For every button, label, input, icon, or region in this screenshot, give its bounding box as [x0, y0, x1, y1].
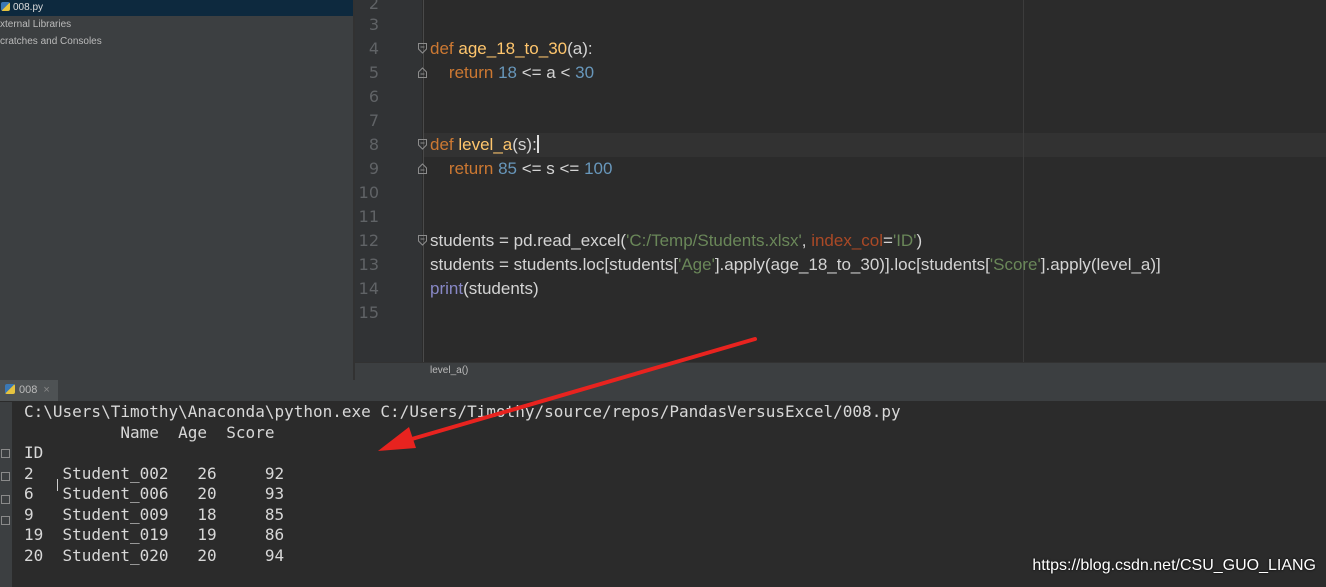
number-literal: 85 [498, 159, 517, 178]
console-line: ID [24, 443, 44, 462]
line-number: 3 [368, 15, 379, 34]
tree-item-scratches[interactable]: cratches and Consoles [0, 34, 102, 50]
line-number: 14 [358, 279, 379, 298]
fold-end-icon[interactable] [418, 67, 427, 78]
line-number: 12 [358, 231, 379, 250]
fold-open-icon[interactable] [418, 139, 427, 150]
string-literal: 'C:/Temp/Students.xlsx' [626, 231, 802, 250]
code-text: , [801, 231, 812, 250]
print-icon[interactable] [1, 495, 10, 504]
code-line-13[interactable]: students = students.loc[students['Age'].… [430, 253, 1161, 277]
tree-item-external-libraries[interactable]: xternal Libraries [0, 17, 71, 33]
run-panel-header: 008 × [0, 380, 1326, 402]
keyword: def [430, 135, 454, 154]
code-line-5[interactable]: return 18 <= a < 30 [430, 61, 594, 85]
code-text: <= s <= [516, 159, 585, 178]
console-line: C:\Users\Timothy\Anaconda\python.exe C:/… [24, 402, 901, 421]
line-number: 7 [368, 111, 379, 130]
gutter-separator [423, 0, 424, 362]
code-line-12[interactable]: students = pd.read_excel('C:/Temp/Studen… [430, 229, 922, 253]
tree-item-008-py[interactable]: 008.py [0, 0, 353, 16]
line-number: 9 [368, 159, 379, 178]
soft-wrap-icon[interactable] [1, 449, 10, 458]
code-text: ].apply(age_18_to_30)].loc[students[ [714, 255, 990, 274]
code-line-14[interactable]: print(students) [430, 277, 539, 301]
scroll-to-end-icon[interactable] [1, 472, 10, 481]
fold-open-icon[interactable] [418, 235, 427, 246]
line-number: 13 [358, 255, 379, 274]
tree-item-label: 008.py [13, 2, 44, 13]
code-text: ].apply(level_a)] [1040, 255, 1161, 274]
function-name: age_18_to_30 [458, 39, 568, 58]
trash-icon[interactable] [1, 516, 10, 525]
keyword: def [430, 39, 454, 58]
keyword: return [448, 159, 494, 178]
python-file-icon [1, 2, 10, 11]
code-text: (a): [567, 39, 593, 58]
watermark: https://blog.csdn.net/CSU_GUO_LIANG [1032, 557, 1316, 574]
line-number: 15 [358, 303, 379, 322]
console-line: 6 Student_006 20 93 [24, 484, 285, 503]
string-literal: 'Age' [678, 255, 715, 274]
line-number: 10 [358, 183, 379, 202]
code-text: (s): [512, 135, 537, 154]
run-tab-label: 008 [19, 384, 38, 396]
code-text: ) [916, 231, 923, 250]
mouse-ibeam-cursor [57, 479, 58, 491]
code-line-4[interactable]: def age_18_to_30(a): [430, 37, 593, 61]
keyword: return [448, 63, 494, 82]
tree-item-label: xternal Libraries [0, 19, 72, 30]
code-text: <= a < [516, 63, 576, 82]
project-panel: 008.py xternal Libraries cratches and Co… [0, 0, 353, 380]
code-text: (students) [463, 279, 539, 298]
line-number-gutter: 2 3 4 5 6 7 8 9 10 11 12 13 14 15 [355, 0, 422, 362]
number-literal: 100 [584, 159, 613, 178]
number-literal: 18 [498, 63, 517, 82]
run-toolstrip [0, 402, 12, 587]
fold-end-icon[interactable] [418, 163, 427, 174]
line-number: 8 [368, 135, 379, 154]
run-tab-008[interactable]: 008 × [0, 380, 58, 401]
right-margin-guide [1023, 0, 1024, 362]
console-line: Name Age Score [24, 422, 275, 442]
text-caret [536, 135, 539, 153]
python-run-icon [5, 384, 15, 394]
keyword-argument: index_col [811, 231, 884, 250]
current-line-highlight [423, 133, 1326, 157]
string-literal: 'Score' [989, 255, 1041, 274]
console-line: 9 Student_009 18 85 [24, 504, 285, 524]
code-text: students = students.loc[students[ [430, 255, 679, 274]
builtin-name: print [430, 279, 464, 298]
string-literal: 'ID' [892, 231, 917, 250]
breadcrumb[interactable]: level_a() [430, 365, 468, 376]
code-editor[interactable]: 2 3 4 5 6 7 8 9 10 11 12 13 14 15 def ag… [355, 0, 1326, 362]
console-line: 20 Student_020 20 94 [24, 545, 285, 565]
breadcrumb-bar: level_a() [355, 362, 1326, 381]
number-literal: 30 [575, 63, 595, 82]
line-number: 4 [368, 39, 379, 58]
fold-open-icon[interactable] [418, 43, 427, 54]
code-line-9[interactable]: return 85 <= s <= 100 [430, 157, 613, 181]
console-line: 2 Student_002 26 92 [24, 463, 285, 483]
close-icon[interactable]: × [43, 384, 49, 396]
console-line: 19 Student_019 19 86 [24, 525, 285, 544]
code-text: students = pd.read_excel( [430, 231, 627, 250]
line-number: 5 [368, 63, 379, 82]
line-number: 6 [368, 87, 379, 106]
code-line-8[interactable]: def level_a(s): [430, 133, 539, 157]
tree-item-label: cratches and Consoles [0, 36, 102, 47]
line-number: 11 [358, 207, 379, 226]
function-name: level_a [458, 135, 513, 154]
code-text: = [883, 231, 893, 250]
